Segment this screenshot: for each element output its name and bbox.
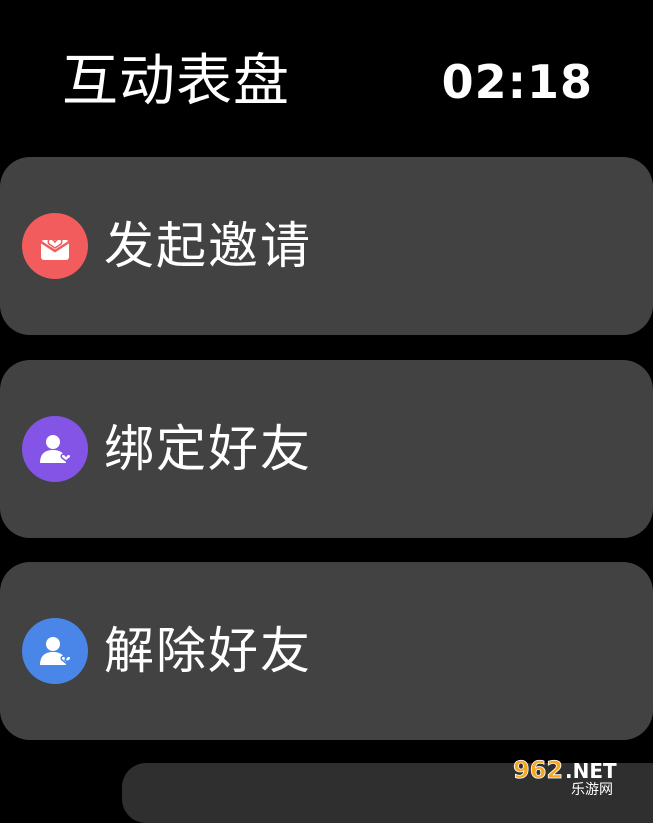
menu-item-label: 发起邀请 (104, 217, 312, 275)
menu-item-label: 绑定好友 (104, 420, 312, 478)
clock: 02:18 (441, 55, 593, 109)
menu-item-label: 解除好友 (104, 622, 312, 680)
svg-text:962: 962 (513, 756, 563, 784)
menu-item-send-invite[interactable]: 发起邀请 (0, 157, 653, 335)
menu-item-bind-friend[interactable]: 绑定好友 (0, 360, 653, 538)
watermark-logo: 962 .NET 乐游网 (509, 752, 649, 798)
person-broken-heart-icon (22, 618, 88, 684)
person-heart-icon (22, 416, 88, 482)
svg-text:.NET: .NET (565, 759, 617, 783)
page-title: 互动表盘 (62, 49, 290, 114)
mail-heart-icon (22, 213, 88, 279)
header: 互动表盘 02:18 (0, 0, 653, 150)
menu-item-remove-friend[interactable]: 解除好友 (0, 562, 653, 740)
svg-text:乐游网: 乐游网 (571, 782, 613, 796)
